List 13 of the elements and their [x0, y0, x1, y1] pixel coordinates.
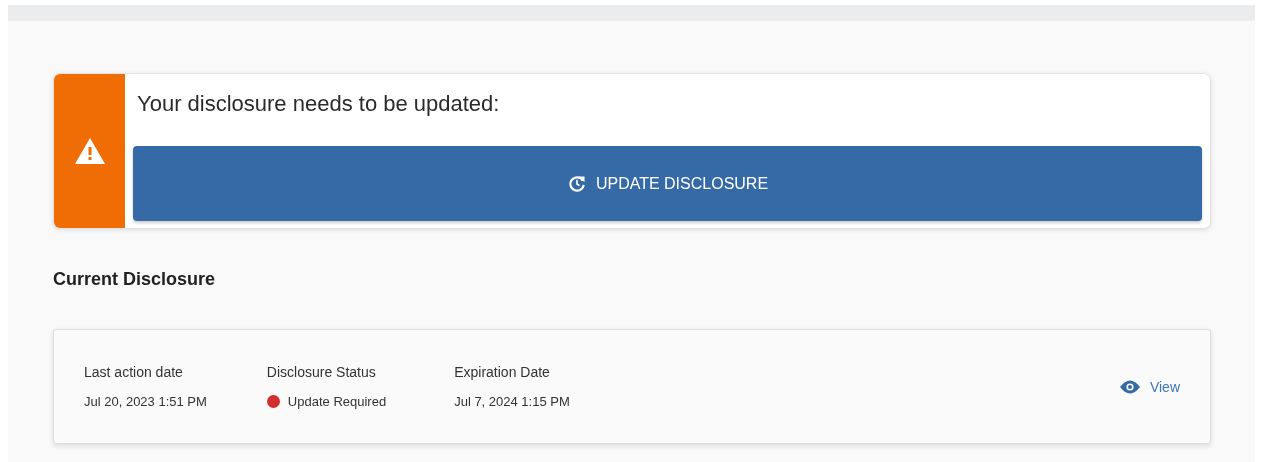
- view-link[interactable]: View: [1119, 378, 1180, 395]
- field-value: Jul 7, 2024 1:15 PM: [454, 394, 570, 409]
- field-label: Last action date: [84, 364, 184, 380]
- warning-icon: [73, 137, 106, 165]
- field-label: Disclosure Status: [266, 364, 377, 380]
- field-label: Expiration Date: [454, 364, 551, 380]
- field-value: Update Required: [287, 394, 387, 409]
- update-disclosure-button[interactable]: UPDATE DISCLOSURE: [133, 146, 1202, 221]
- alert-message: Your disclosure needs to be updated:: [136, 90, 501, 118]
- field-value: Jul 20, 2023 1:51 PM: [84, 394, 207, 409]
- refresh-icon: [566, 173, 587, 194]
- section-title: Current Disclosure: [53, 269, 217, 291]
- eye-icon: [1119, 379, 1140, 394]
